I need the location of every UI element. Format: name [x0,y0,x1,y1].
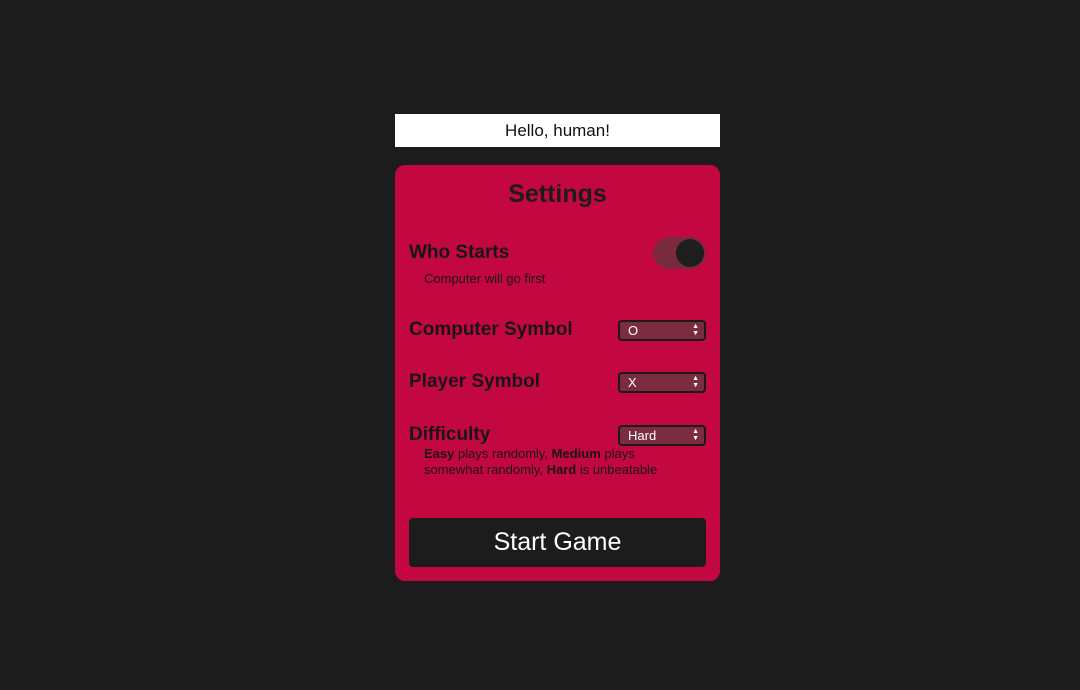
settings-title: Settings [508,180,607,208]
difficulty-easy-word: Easy [424,446,455,461]
start-game-button[interactable]: Start Game [409,518,706,567]
computer-symbol-value: O [628,322,639,338]
who-starts-label: Who Starts [409,242,510,263]
player-symbol-row: Player Symbol X ▲ ▼ [409,371,706,393]
who-starts-hint: Computer will go first [424,271,546,286]
difficulty-label: Difficulty [409,424,491,445]
difficulty-hard-word: Hard [546,462,577,477]
computer-symbol-row: Computer Symbol O ▲ ▼ [409,319,706,341]
select-arrows-icon: ▲ ▼ [692,427,699,442]
player-symbol-select[interactable]: X ▲ ▼ [618,371,706,393]
greeting-banner: Hello, human! [395,114,720,147]
player-symbol-label: Player Symbol [409,371,540,392]
computer-symbol-select[interactable]: O ▲ ▼ [618,319,706,341]
toggle-knob [676,239,704,267]
who-starts-toggle[interactable] [653,237,706,269]
difficulty-hard-text: is unbeatable [576,462,658,477]
difficulty-value: Hard [628,427,657,443]
who-starts-row: Who Starts [409,237,706,269]
difficulty-medium-word: Medium [551,446,601,461]
difficulty-easy-text: plays randomly, [454,446,552,461]
settings-panel: Settings Who Starts Computer will go fir… [395,165,720,581]
difficulty-select[interactable]: Hard ▲ ▼ [618,424,706,446]
difficulty-row: Difficulty Hard ▲ ▼ [409,424,706,446]
select-arrows-icon: ▲ ▼ [692,374,699,389]
computer-symbol-label: Computer Symbol [409,319,573,340]
app-container: Hello, human! Settings Who Starts Comput… [395,114,720,581]
select-arrows-icon: ▲ ▼ [692,322,699,337]
difficulty-hint: Easy plays randomly, Medium plays somewh… [424,446,694,478]
player-symbol-value: X [628,374,637,390]
